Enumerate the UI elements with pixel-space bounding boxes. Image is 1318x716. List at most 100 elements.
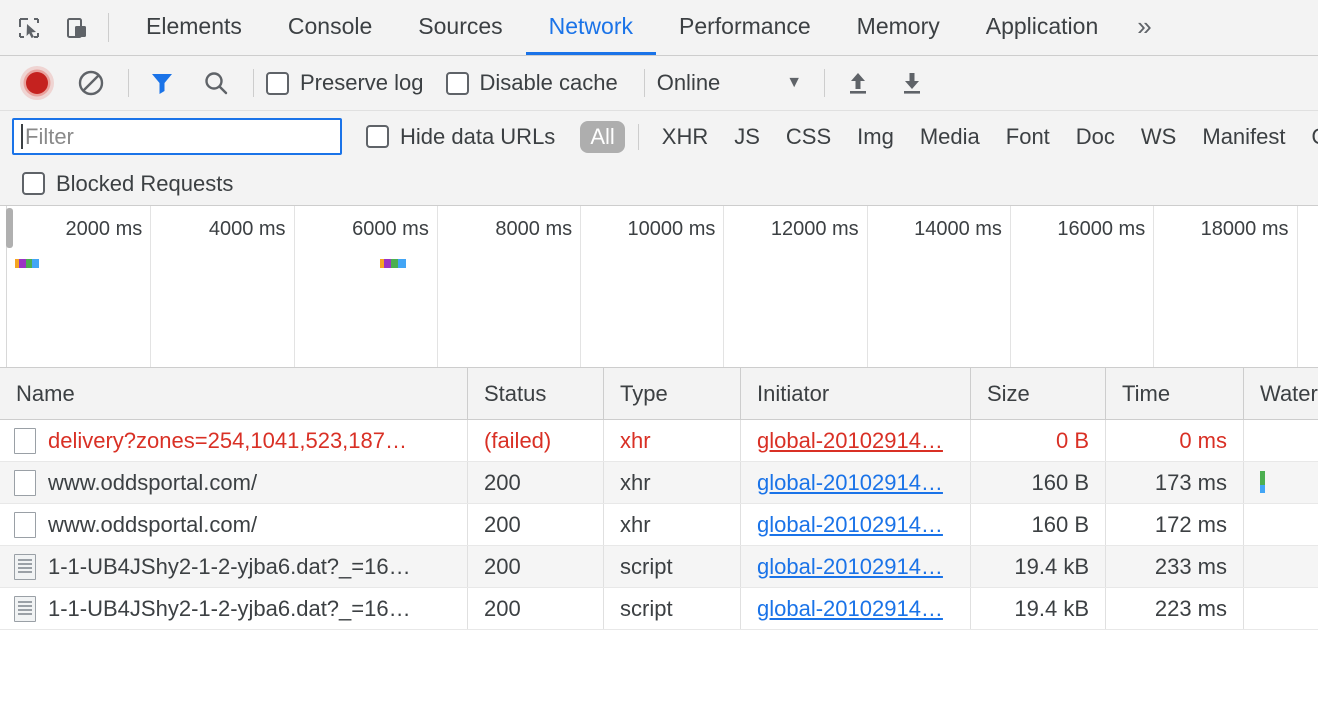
tab-console[interactable]: Console — [265, 0, 395, 55]
export-har-icon[interactable] — [891, 62, 933, 104]
chip-ws[interactable]: WS — [1131, 121, 1186, 153]
toolbar-divider-3 — [643, 69, 645, 97]
chip-xhr[interactable]: XHR — [652, 121, 718, 153]
disable-cache-checkbox[interactable]: Disable cache — [445, 70, 618, 96]
overview-bar-segment — [31, 259, 39, 268]
chip-all[interactable]: All — [580, 120, 625, 153]
cell-waterfall — [1244, 420, 1318, 461]
chip-media[interactable]: Media — [910, 121, 990, 153]
tab-sources[interactable]: Sources — [395, 0, 525, 55]
blocked-requests-checkbox[interactable]: Blocked Requests — [22, 171, 233, 197]
table-row[interactable]: www.oddsportal.com/200 xhr global-20102914… — [0, 504, 1318, 546]
tab-application[interactable]: Application — [963, 0, 1122, 55]
table-row[interactable]: delivery?zones=254,1041,523,187… (failed)… — [0, 420, 1318, 462]
overview-request-bar — [14, 259, 39, 268]
table-row[interactable]: www.oddsportal.com/200 xhr global-20102914… — [0, 462, 1318, 504]
request-name-label: www.oddsportal.com/ — [48, 511, 258, 537]
column-header-size[interactable]: Size — [971, 368, 1106, 419]
cell-type: xhr — [604, 420, 741, 461]
request-name-label: 1-1-UB4JShy2-1-2-yjba6.dat?_=16… — [48, 595, 411, 621]
overview-request-bars — [0, 206, 1318, 367]
record-button-icon[interactable] — [16, 62, 58, 104]
overview-bar-segment — [383, 259, 391, 268]
tabbar-divider — [108, 13, 109, 42]
hide-data-urls-label: Hide data URLs — [400, 123, 556, 149]
cell-name: www.oddsportal.com/ — [0, 462, 468, 503]
column-header-status[interactable]: Status — [468, 368, 604, 419]
cell-name: 1-1-UB4JShy2-1-2-yjba6.dat?_=16… — [0, 546, 468, 587]
more-tabs-icon[interactable]: » — [1121, 0, 1167, 55]
column-header-water[interactable]: Water — [1244, 368, 1318, 419]
devtools-network-panel: Elements Console Sources Network Perform… — [0, 0, 1318, 716]
cell-status: 200 — [468, 504, 604, 545]
filter-placeholder: Filter — [25, 123, 74, 149]
devtools-tabbar: Elements Console Sources Network Perform… — [0, 0, 1318, 56]
search-icon[interactable] — [195, 62, 237, 104]
table-row[interactable]: 1-1-UB4JShy2-1-2-yjba6.dat?_=16… 200 scrip… — [0, 546, 1318, 588]
cell-status: 200 — [468, 588, 604, 629]
import-har-icon[interactable] — [837, 62, 879, 104]
table-header-row: Name Status Type Initiator Size Time Water — [0, 368, 1318, 420]
overview-request-bar — [379, 259, 406, 268]
chip-manifest[interactable]: Manifest — [1192, 121, 1295, 153]
request-name-label: delivery?zones=254,1041,523,187… — [48, 427, 407, 453]
tab-elements[interactable]: Elements — [123, 0, 265, 55]
tab-label: Performance — [679, 12, 811, 39]
checkbox-box — [22, 172, 45, 195]
cell-type: xhr — [604, 504, 741, 545]
script-document-icon — [14, 595, 36, 622]
network-overview[interactable]: 2000 ms 4000 ms 6000 ms 8000 ms 10000 ms 1200… — [0, 206, 1318, 368]
column-header-time[interactable]: Time — [1106, 368, 1244, 419]
toolbar-divider-4 — [824, 69, 826, 97]
tab-performance[interactable]: Performance — [656, 0, 834, 55]
column-header-initiator[interactable]: Initiator — [741, 368, 971, 419]
cell-status: 200 — [468, 546, 604, 587]
cell-initiator: global-20102914… — [741, 504, 971, 545]
resource-type-chips: All XHR JS CSS Img Media Font Doc WS Man… — [577, 120, 1318, 153]
initiator-link[interactable]: global-20102914… — [757, 554, 943, 580]
chip-img[interactable]: Img — [847, 121, 904, 153]
initiator-link[interactable]: global-20102914… — [757, 596, 943, 622]
chip-other[interactable]: Oth — [1302, 121, 1318, 153]
cell-name: www.oddsportal.com/ — [0, 504, 468, 545]
inspect-cursor-icon[interactable] — [12, 11, 46, 45]
initiator-link[interactable]: global-20102914… — [757, 428, 943, 454]
overview-bar-segment — [397, 259, 406, 268]
cell-size: 0 B — [971, 420, 1106, 461]
table-row[interactable]: 1-1-UB4JShy2-1-2-yjba6.dat?_=16… 200 scrip… — [0, 588, 1318, 630]
cell-type: xhr — [604, 462, 741, 503]
chip-font[interactable]: Font — [996, 121, 1060, 153]
disable-cache-label: Disable cache — [479, 70, 618, 95]
tab-memory[interactable]: Memory — [834, 0, 963, 55]
filter-funnel-icon[interactable] — [141, 62, 183, 104]
blank-document-icon — [14, 427, 36, 454]
checkbox-box — [266, 71, 289, 95]
tab-network[interactable]: Network — [525, 0, 656, 55]
cell-initiator: global-20102914… — [741, 420, 971, 461]
throttling-dropdown[interactable]: Online ▼ — [657, 70, 802, 96]
checkbox-box — [445, 71, 469, 95]
cell-size: 160 B — [971, 462, 1106, 503]
initiator-link[interactable]: global-20102914… — [757, 470, 943, 496]
cell-initiator: global-20102914… — [741, 588, 971, 629]
cell-status: 200 — [468, 462, 604, 503]
preserve-log-checkbox[interactable]: Preserve log — [266, 70, 424, 96]
chevron-down-icon: ▼ — [786, 74, 803, 91]
column-header-name[interactable]: Name — [0, 368, 468, 419]
clear-icon[interactable] — [70, 62, 112, 104]
cell-status: (failed) — [468, 420, 604, 461]
initiator-link[interactable]: global-20102914… — [757, 512, 943, 538]
device-toolbar-icon[interactable] — [60, 11, 94, 45]
hide-data-urls-checkbox[interactable]: Hide data URLs — [366, 124, 555, 150]
chip-doc[interactable]: Doc — [1066, 121, 1125, 153]
chip-js[interactable]: JS — [724, 121, 770, 153]
column-header-type[interactable]: Type — [604, 368, 741, 419]
tab-label: Network — [548, 12, 633, 39]
more-tabs-label: » — [1137, 10, 1152, 41]
filter-input[interactable]: Filter — [12, 118, 342, 155]
filter-row: Filter Hide data URLs All XHR JS CSS Img… — [0, 111, 1318, 162]
requests-table: Name Status Type Initiator Size Time Water del… — [0, 368, 1318, 716]
cell-waterfall — [1244, 462, 1318, 503]
chip-css[interactable]: CSS — [776, 121, 841, 153]
cell-size: 19.4 kB — [971, 546, 1106, 587]
